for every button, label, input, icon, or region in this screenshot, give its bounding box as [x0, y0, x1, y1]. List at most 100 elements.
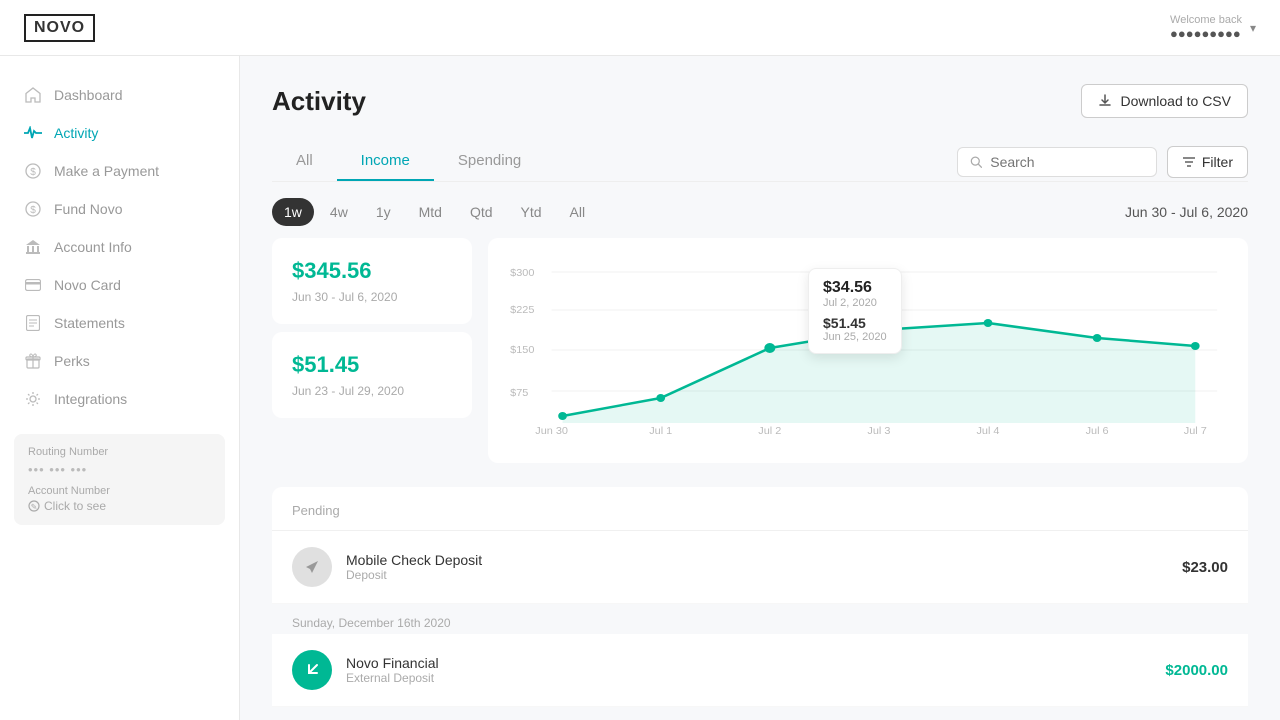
- time-btn-ytd[interactable]: Ytd: [509, 198, 554, 226]
- house-icon: [24, 86, 42, 104]
- sidebar-item-dashboard[interactable]: Dashboard: [0, 76, 239, 114]
- sidebar-item-activity[interactable]: Activity: [0, 114, 239, 152]
- bank-icon: [24, 238, 42, 256]
- tab-spending[interactable]: Spending: [434, 142, 545, 181]
- svg-text:$75: $75: [510, 388, 528, 399]
- sidebar-item-label: Dashboard: [54, 87, 123, 103]
- welcome-back-label: Welcome back: [1170, 14, 1242, 26]
- sidebar-item-label: Integrations: [54, 391, 127, 407]
- transaction-sub: External Deposit: [346, 671, 1165, 685]
- tab-all[interactable]: All: [272, 142, 337, 181]
- click-to-see-button[interactable]: ✎ Click to see: [28, 499, 211, 513]
- tooltip-date-2: Jun 25, 2020: [823, 331, 887, 343]
- svg-text:Jul 7: Jul 7: [1184, 426, 1207, 437]
- user-menu[interactable]: Welcome back ●●●●●●●●● ▾: [1170, 14, 1256, 41]
- routing-number-value: ••• ••• •••: [28, 462, 211, 477]
- tabs-container: All Income Spending Filter: [272, 142, 1248, 182]
- time-buttons: 1w 4w 1y Mtd Qtd Ytd All: [272, 198, 597, 226]
- pulse-icon: [24, 124, 42, 142]
- avatar: [292, 547, 332, 587]
- stat-date-previous: Jun 23 - Jul 29, 2020: [292, 384, 452, 398]
- tooltip-date-1: Jul 2, 2020: [823, 297, 887, 309]
- download-csv-button[interactable]: Download to CSV: [1081, 84, 1248, 118]
- stats-cards: $345.56 Jun 30 - Jul 6, 2020 $51.45 Jun …: [272, 238, 472, 463]
- click-to-see-label: Click to see: [44, 499, 106, 513]
- sidebar-item-fund-novo[interactable]: $ Fund Novo: [0, 190, 239, 228]
- main-content: Activity Download to CSV All Income Spen…: [240, 56, 1280, 720]
- tooltip-amount-1: $34.56: [823, 279, 887, 297]
- tab-income[interactable]: Income: [337, 142, 434, 181]
- svg-text:$: $: [30, 167, 36, 178]
- sidebar-item-label: Novo Card: [54, 277, 121, 293]
- sidebar-item-label: Account Info: [54, 239, 132, 255]
- stat-card-current: $345.56 Jun 30 - Jul 6, 2020: [272, 238, 472, 324]
- time-btn-mtd[interactable]: Mtd: [407, 198, 454, 226]
- header: NOVO Welcome back ●●●●●●●●● ▾: [0, 0, 1280, 56]
- search-box[interactable]: [957, 147, 1157, 177]
- svg-text:$150: $150: [510, 345, 534, 356]
- search-input[interactable]: [990, 154, 1144, 170]
- dollar-circle-icon: $: [24, 200, 42, 218]
- transactions-section: Pending Mobile Check Deposit Deposit $23…: [272, 487, 1248, 720]
- filter-label: Filter: [1202, 154, 1233, 170]
- stat-amount-current: $345.56: [292, 258, 452, 284]
- download-csv-label: Download to CSV: [1120, 93, 1231, 109]
- sidebar-item-label: Activity: [54, 125, 98, 141]
- table-row: Novo Financial External Deposit $2000.00: [272, 634, 1248, 707]
- chart-card: $300 $225 $150 $75: [488, 238, 1248, 463]
- routing-number-label: Routing Number: [28, 446, 211, 458]
- date-separator: Saturday, December 15th 2020: [272, 707, 1248, 720]
- transaction-amount: $2000.00: [1165, 662, 1228, 679]
- sidebar-item-perks[interactable]: Perks: [0, 342, 239, 380]
- search-filter-area: Filter: [957, 146, 1248, 178]
- sidebar-item-novo-card[interactable]: Novo Card: [0, 266, 239, 304]
- search-icon: [970, 155, 982, 169]
- date-separator: Sunday, December 16th 2020: [272, 604, 1248, 634]
- time-btn-qtd[interactable]: Qtd: [458, 198, 505, 226]
- svg-text:$: $: [30, 205, 36, 216]
- time-btn-4w[interactable]: 4w: [318, 198, 360, 226]
- svg-text:✎: ✎: [31, 503, 38, 512]
- svg-text:$300: $300: [510, 268, 534, 279]
- routing-box: Routing Number ••• ••• ••• Account Numbe…: [14, 434, 225, 525]
- svg-text:Jul 1: Jul 1: [649, 426, 672, 437]
- time-btn-all[interactable]: All: [558, 198, 598, 226]
- transaction-amount: $23.00: [1182, 559, 1228, 576]
- filter-icon: [1182, 156, 1196, 168]
- transaction-sub: Deposit: [346, 568, 1182, 582]
- sidebar-item-integrations[interactable]: Integrations: [0, 380, 239, 418]
- account-number-label: Account Number: [28, 485, 211, 497]
- tooltip-amount-2: $51.45: [823, 315, 887, 331]
- time-btn-1y[interactable]: 1y: [364, 198, 403, 226]
- sidebar-item-statements[interactable]: Statements: [0, 304, 239, 342]
- doc-icon: [24, 314, 42, 332]
- date-range: Jun 30 - Jul 6, 2020: [1125, 204, 1248, 220]
- time-filter-row: 1w 4w 1y Mtd Qtd Ytd All Jun 30 - Jul 6,…: [272, 198, 1248, 226]
- transaction-info: Mobile Check Deposit Deposit: [346, 552, 1182, 582]
- filter-button[interactable]: Filter: [1167, 146, 1248, 178]
- sidebar-item-label: Statements: [54, 315, 125, 331]
- svg-text:Jul 4: Jul 4: [976, 426, 999, 437]
- svg-text:Jul 2: Jul 2: [758, 426, 781, 437]
- sidebar-item-account-info[interactable]: Account Info: [0, 228, 239, 266]
- pending-label: Pending: [272, 487, 1248, 531]
- chevron-down-icon: ▾: [1250, 21, 1256, 35]
- user-name: ●●●●●●●●●: [1170, 26, 1242, 41]
- table-row: Mobile Check Deposit Deposit $23.00: [272, 531, 1248, 604]
- transaction-info: Novo Financial External Deposit: [346, 655, 1165, 685]
- svg-text:Jun 30: Jun 30: [535, 426, 568, 437]
- time-btn-1w[interactable]: 1w: [272, 198, 314, 226]
- page-title: Activity: [272, 86, 366, 117]
- dollar-icon: $: [24, 162, 42, 180]
- layout: Dashboard Activity $ Make a Payment $ Fu…: [0, 56, 1280, 720]
- sidebar-item-make-payment[interactable]: $ Make a Payment: [0, 152, 239, 190]
- page-header: Activity Download to CSV: [272, 84, 1248, 118]
- sidebar: Dashboard Activity $ Make a Payment $ Fu…: [0, 56, 240, 720]
- svg-text:Jul 6: Jul 6: [1086, 426, 1109, 437]
- svg-text:$225: $225: [510, 305, 534, 316]
- stat-date-current: Jun 30 - Jul 6, 2020: [292, 290, 452, 304]
- card-icon: [24, 276, 42, 294]
- avatar: [292, 650, 332, 690]
- gear-icon: [24, 390, 42, 408]
- transaction-name: Mobile Check Deposit: [346, 552, 1182, 568]
